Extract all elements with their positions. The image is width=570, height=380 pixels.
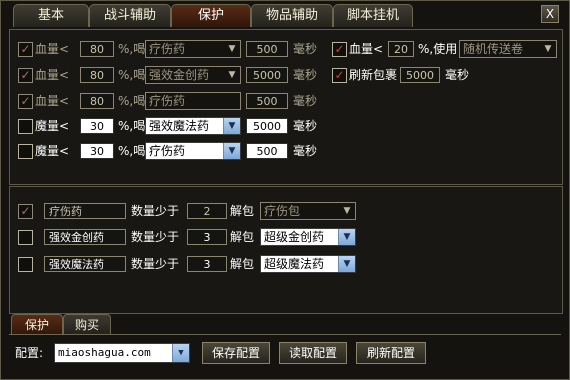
bottom-tab-purchase[interactable]: 购买 [63, 314, 111, 335]
teleport-checkbox[interactable]: ✓ [332, 42, 347, 57]
hp-row-suffix: %,喝 [118, 68, 146, 82]
close-button[interactable]: X [541, 5, 559, 23]
mp-threshold-field[interactable]: 30 [80, 118, 114, 134]
mp-threshold-field[interactable]: 30 [80, 143, 114, 159]
hp-row-suffix: %,喝 [118, 94, 146, 108]
bundle-select[interactable]: 超级金创药 ▼ [260, 228, 356, 246]
chevron-down-icon[interactable]: ▼ [223, 118, 240, 134]
potion-select[interactable]: 疗伤药 ▼ [145, 40, 241, 58]
potion-select[interactable]: 强效魔法药 ▼ [145, 117, 241, 135]
bundle-select[interactable]: 超级魔法药 ▼ [260, 255, 356, 273]
ms-unit: 毫秒 [293, 144, 318, 158]
mp-row-checkbox[interactable] [18, 119, 33, 134]
tab-script-afk[interactable]: 脚本挂机 [333, 4, 413, 27]
divider [9, 334, 561, 335]
config-select-value: miaoshagua.com [58, 346, 151, 359]
config-select[interactable]: miaoshagua.com ▼ [54, 343, 190, 363]
unpack-item-field[interactable]: 强效金创药 [44, 229, 126, 245]
refresh-config-button[interactable]: 刷新配置 [356, 342, 426, 364]
chevron-down-icon: ▼ [343, 206, 351, 216]
potion-select[interactable]: 疗伤药 [145, 92, 241, 110]
unpack-checkbox[interactable] [18, 230, 33, 245]
teleport-scroll-value: 随机传送卷 [463, 42, 524, 56]
ms-unit: 毫秒 [293, 119, 318, 133]
chevron-down-icon[interactable]: ▼ [338, 229, 355, 245]
unpack-label: 解包 [230, 230, 255, 244]
potion-select-value: 疗伤药 [149, 94, 186, 108]
potion-select[interactable]: 疗伤药 ▼ [145, 142, 241, 160]
unpack-item-field[interactable]: 强效魔法药 [44, 256, 126, 272]
refresh-bag-checkbox[interactable]: ✓ [332, 68, 347, 83]
ms-unit: 毫秒 [293, 94, 318, 108]
hp-row-label: 血量< [35, 42, 70, 56]
teleport-scroll-select[interactable]: 随机传送卷 ▼ [459, 40, 557, 58]
chevron-down-icon[interactable]: ▼ [338, 256, 355, 272]
unpack-label: 解包 [230, 204, 255, 218]
mp-row-label: 魔量< [35, 144, 70, 158]
qty-field[interactable]: 3 [187, 229, 227, 245]
teleport-label: 血量< [349, 42, 384, 56]
hp-threshold-field[interactable]: 80 [80, 41, 114, 57]
unpack-label: 解包 [230, 257, 255, 271]
potion-select-value: 疗伤药 [149, 42, 186, 56]
hp-row-label: 血量< [35, 94, 70, 108]
interval-field[interactable]: 500 [246, 41, 288, 57]
teleport-threshold-field[interactable]: 20 [388, 41, 414, 57]
hp-row-checkbox[interactable]: ✓ [18, 68, 33, 83]
ms-unit: 毫秒 [293, 68, 318, 82]
tab-combat-assist[interactable]: 战斗辅助 [89, 4, 171, 27]
bundle-select-value: 超级魔法药 [264, 257, 325, 271]
qty-label: 数量少于 [131, 204, 180, 218]
load-config-button[interactable]: 读取配置 [279, 342, 347, 364]
interval-field[interactable]: 5000 [246, 118, 288, 134]
unpack-item-field[interactable]: 疗伤药 [44, 203, 126, 219]
tab-protection[interactable]: 保护 [171, 4, 251, 27]
unpack-checkbox[interactable] [18, 257, 33, 272]
mp-row-suffix: %,喝 [118, 144, 146, 158]
hp-row-label: 血量< [35, 68, 70, 82]
hp-threshold-field[interactable]: 80 [80, 93, 114, 109]
mp-row-checkbox[interactable] [18, 144, 33, 159]
potion-panel: ✓ 血量< 80 %,喝 疗伤药 ▼ 500 毫秒 ✓ 血量< 80 %,喝 强效… [9, 29, 563, 185]
chevron-down-icon[interactable]: ▼ [223, 143, 240, 159]
qty-field[interactable]: 3 [187, 256, 227, 272]
potion-select[interactable]: 强效金创药 ▼ [145, 66, 241, 84]
qty-label: 数量少于 [131, 230, 180, 244]
bottom-tab-protection[interactable]: 保护 [11, 314, 63, 335]
hp-threshold-field[interactable]: 80 [80, 67, 114, 83]
qty-field[interactable]: 2 [187, 203, 227, 219]
close-icon: X [545, 7, 555, 21]
chevron-down-icon: ▼ [228, 70, 236, 80]
save-config-button[interactable]: 保存配置 [202, 342, 270, 364]
chevron-down-icon: ▼ [544, 44, 552, 54]
chevron-down-icon[interactable]: ▼ [172, 344, 189, 362]
teleport-suffix: %,使用 [418, 42, 458, 56]
potion-select-value: 强效魔法药 [149, 119, 210, 133]
qty-label: 数量少于 [131, 257, 180, 271]
bundle-select-value: 疗伤包 [264, 204, 301, 218]
ms-unit: 毫秒 [293, 42, 318, 56]
interval-field[interactable]: 500 [246, 143, 288, 159]
ms-unit: 毫秒 [445, 68, 470, 82]
config-label: 配置: [15, 346, 44, 360]
interval-field[interactable]: 500 [246, 93, 288, 109]
interval-field[interactable]: 5000 [246, 67, 288, 83]
protection-window: 基本 战斗辅助 保护 物品辅助 脚本挂机 X ✓ 血量< 80 %,喝 疗伤药 ▼… [0, 0, 570, 380]
hp-row-suffix: %,喝 [118, 42, 146, 56]
mp-row-label: 魔量< [35, 119, 70, 133]
unpack-panel: ✓ 疗伤药 数量少于 2 解包 疗伤包 ▼ 强效金创药 数量少于 3 解包 超级金… [9, 186, 563, 314]
potion-select-value: 疗伤药 [149, 144, 186, 158]
mp-row-suffix: %,喝 [118, 119, 146, 133]
chevron-down-icon: ▼ [228, 44, 236, 54]
unpack-checkbox[interactable]: ✓ [18, 204, 33, 219]
potion-select-value: 强效金创药 [149, 68, 210, 82]
refresh-bag-label: 刷新包裹 [349, 68, 398, 82]
refresh-interval-field[interactable]: 5000 [400, 67, 440, 83]
tab-basic[interactable]: 基本 [13, 4, 89, 27]
hp-row-checkbox[interactable]: ✓ [18, 94, 33, 109]
hp-row-checkbox[interactable]: ✓ [18, 42, 33, 57]
bundle-select-value: 超级金创药 [264, 230, 325, 244]
bundle-select[interactable]: 疗伤包 ▼ [260, 202, 356, 220]
tab-item-assist[interactable]: 物品辅助 [251, 4, 333, 27]
